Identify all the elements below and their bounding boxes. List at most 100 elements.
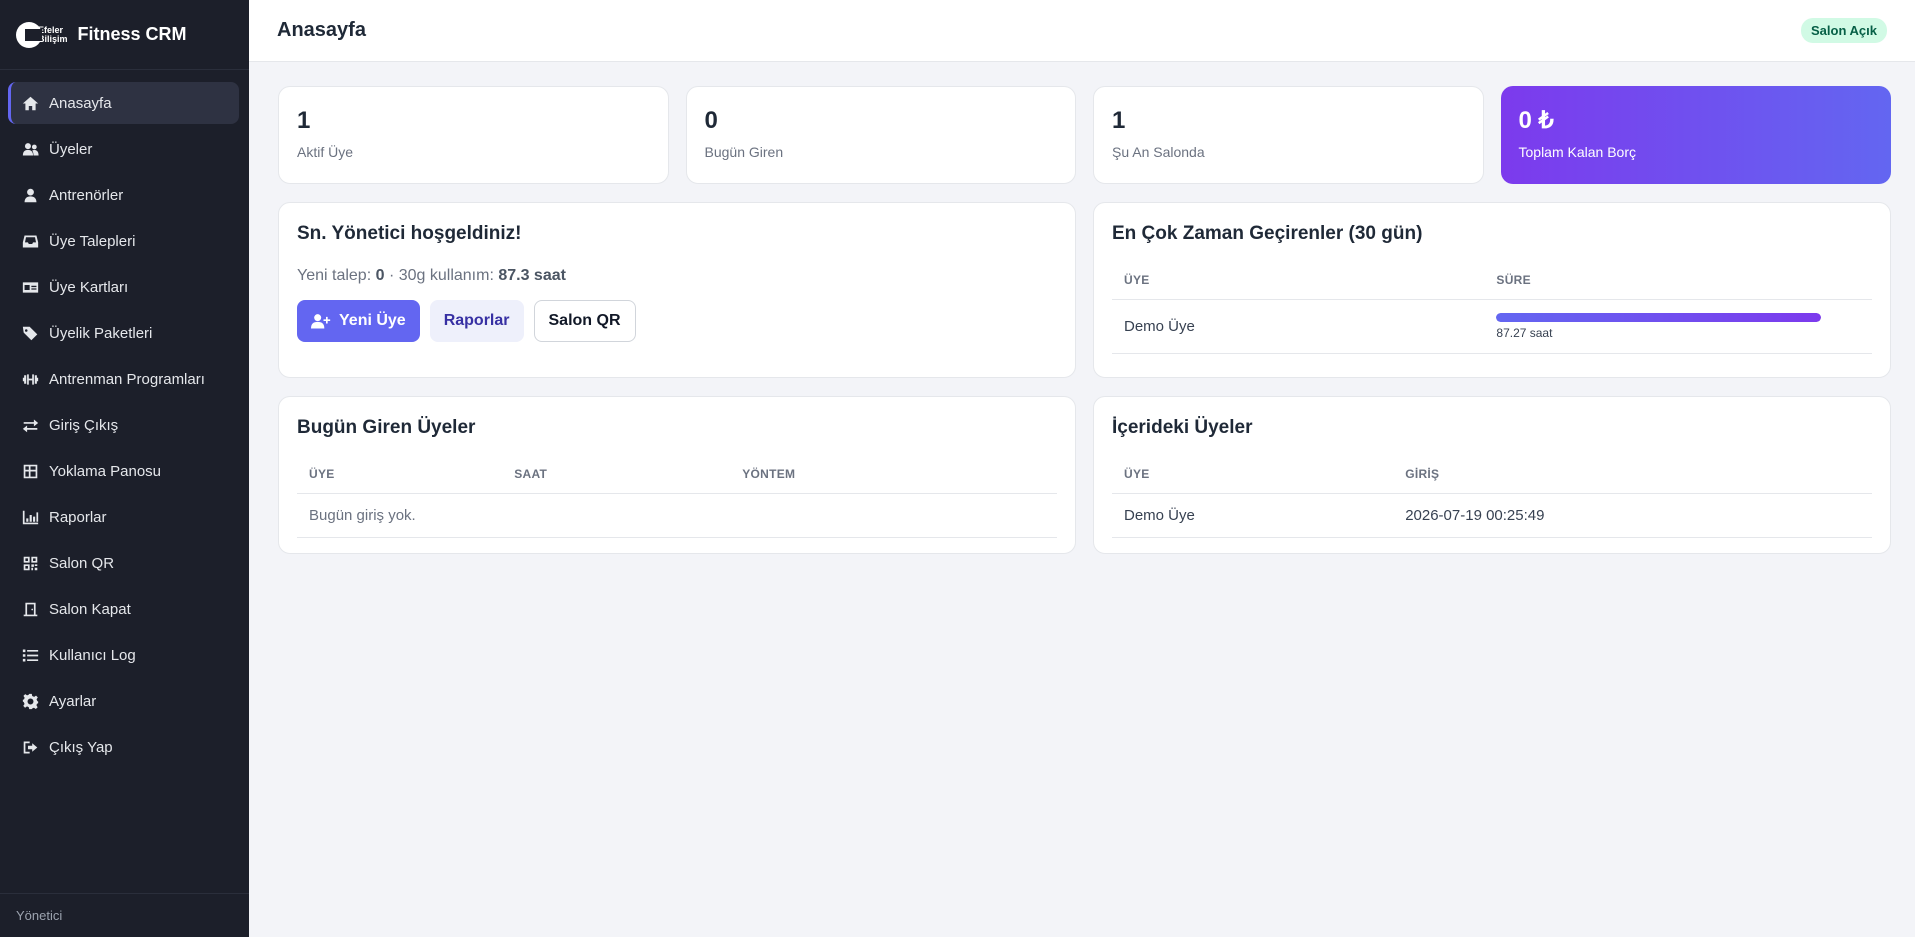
salon-qr-button[interactable]: Salon QR xyxy=(533,300,636,342)
sidebar-item-kullanici-log[interactable]: Kullanıcı Log xyxy=(8,634,239,676)
sidebar-item-uye-talepleri[interactable]: Üye Talepleri xyxy=(8,220,239,262)
sidebar-item-uye-kartlari[interactable]: Üye Kartları xyxy=(8,266,239,308)
stat-value: 1 xyxy=(1112,107,1126,134)
user-plus-icon xyxy=(311,314,331,329)
users-icon xyxy=(20,139,40,159)
table-header-row: ÜYE GİRİŞ xyxy=(1112,455,1872,494)
welcome-info: Yeni talep: 0 · 30g kullanım: 87.3 saat xyxy=(297,267,1057,285)
stat-label: Şu An Salonda xyxy=(1112,144,1205,160)
logo-text: Efeler Bilişim xyxy=(38,25,68,44)
new-requests-count: 0 xyxy=(375,267,385,284)
sidebar-item-label: Giriş Çıkış xyxy=(49,416,119,434)
member-name: Demo Üye xyxy=(1112,299,1485,354)
column-header: SÜRE xyxy=(1484,261,1872,300)
new-member-button[interactable]: Yeni Üye xyxy=(297,300,420,342)
reports-button[interactable]: Raporlar xyxy=(429,300,524,342)
topbar: Anasayfa Salon Açık xyxy=(249,0,1915,62)
row-2: Bugün Giren Üyeler ÜYE SAAT YÖNTEM Bugün… xyxy=(278,396,1891,554)
column-header: GİRİŞ xyxy=(1393,455,1872,494)
page-title: Anasayfa xyxy=(277,19,366,41)
stat-card-su-an-salonda: 1 Şu An Salonda xyxy=(1093,86,1484,184)
duration-label: 87.27 saat xyxy=(1496,326,1553,340)
dumbbell-icon xyxy=(20,369,40,389)
qr-icon xyxy=(20,553,40,573)
sidebar-item-uyelik-paketleri[interactable]: Üyelik Paketleri xyxy=(8,312,239,354)
sidebar-item-salon-qr[interactable]: Salon QR xyxy=(8,542,239,584)
stat-card-toplam-kalan-borc: 0 ₺ Toplam Kalan Borç xyxy=(1500,86,1891,184)
table-row: Bugün giriş yok. xyxy=(297,493,1057,538)
logo-mark-icon xyxy=(16,21,42,48)
sidebar-item-ayarlar[interactable]: Ayarlar xyxy=(8,680,239,722)
info-mid: · 30g kullanım: xyxy=(384,267,499,284)
column-header: YÖNTEM xyxy=(730,455,1057,494)
sidebar-item-cikis-yap[interactable]: Çıkış Yap xyxy=(8,726,239,768)
main-content: 1 Aktif Üye 0 Bugün Giren 1 Şu An Salond… xyxy=(278,86,1891,554)
sidebar-item-label: Yoklama Panosu xyxy=(49,462,162,480)
table-row[interactable]: Demo Üye 87.27 saat xyxy=(1112,299,1872,354)
inside-members-card: İçerideki Üyeler ÜYE GİRİŞ Demo Üye 2026… xyxy=(1093,396,1891,554)
stat-card-aktif-uye: 1 Aktif Üye xyxy=(278,86,669,184)
sidebar-item-raporlar[interactable]: Raporlar xyxy=(8,496,239,538)
today-entries-title: Bugün Giren Üyeler xyxy=(297,417,476,438)
column-header: ÜYE xyxy=(297,455,503,494)
today-entries-card: Bugün Giren Üyeler ÜYE SAAT YÖNTEM Bugün… xyxy=(278,396,1076,554)
brand-name: Fitness CRM xyxy=(77,24,187,44)
exchange-icon xyxy=(20,415,40,435)
home-icon xyxy=(20,93,40,113)
sidebar-item-label: Anasayfa xyxy=(49,94,112,112)
stat-value: 0 ₺ xyxy=(1518,107,1554,134)
sidebar-item-yoklama-panosu[interactable]: Yoklama Panosu xyxy=(8,450,239,492)
member-name: Demo Üye xyxy=(1112,493,1394,538)
reports-label: Raporlar xyxy=(443,312,510,329)
usage-value: 87.3 saat xyxy=(498,267,566,284)
sidebar-item-anasayfa[interactable]: Anasayfa xyxy=(8,82,239,124)
grid-icon xyxy=(20,461,40,481)
inside-members-title: İçerideki Üyeler xyxy=(1112,417,1253,438)
top-time-card: En Çok Zaman Geçirenler (30 gün) ÜYE SÜR… xyxy=(1093,202,1891,378)
stat-value: 1 xyxy=(297,107,311,134)
inbox-icon xyxy=(20,231,40,251)
tags-icon xyxy=(20,323,40,343)
table-header-row: ÜYE SÜRE xyxy=(1112,261,1872,300)
brand[interactable]: Efeler Bilişim Fitness CRM xyxy=(0,0,249,70)
sidebar-item-label: Salon QR xyxy=(49,554,115,572)
stat-label: Toplam Kalan Borç xyxy=(1518,144,1637,160)
door-icon xyxy=(20,599,40,619)
new-member-label: Yeni Üye xyxy=(339,312,406,329)
sidebar-item-uyeler[interactable]: Üyeler xyxy=(8,128,239,170)
stat-label: Aktif Üye xyxy=(297,144,354,160)
welcome-title: Sn. Yönetici hoşgeldiniz! xyxy=(297,223,522,244)
empty-state: Bugün giriş yok. xyxy=(297,493,1057,538)
sidebar: Efeler Bilişim Fitness CRM Anasayfa Üyel… xyxy=(0,0,249,937)
duration-bar xyxy=(1496,313,1822,322)
column-header: ÜYE xyxy=(1112,455,1394,494)
id-card-icon xyxy=(20,277,40,297)
sidebar-item-antrenorler[interactable]: Antrenörler xyxy=(8,174,239,216)
duration-bar-fill xyxy=(1496,313,1822,322)
sign-out-icon xyxy=(20,737,40,757)
sidebar-item-label: Salon Kapat xyxy=(49,600,131,618)
sidebar-item-label: Kullanıcı Log xyxy=(49,646,136,664)
stat-value: 0 xyxy=(704,107,718,134)
welcome-card: Sn. Yönetici hoşgeldiniz! Yeni talep: 0 … xyxy=(278,202,1076,378)
sidebar-item-label: Çıkış Yap xyxy=(49,738,113,756)
sidebar-item-label: Üye Kartları xyxy=(49,278,129,296)
stat-label: Bugün Giren xyxy=(704,144,784,160)
sidebar-item-label: Üye Talepleri xyxy=(49,232,136,250)
sidebar-footer-user: Yönetici xyxy=(0,893,249,937)
sidebar-item-giris-cikis[interactable]: Giriş Çıkış xyxy=(8,404,239,446)
stats-row: 1 Aktif Üye 0 Bugün Giren 1 Şu An Salond… xyxy=(278,86,1891,184)
top-time-title: En Çok Zaman Geçirenler (30 gün) xyxy=(1112,223,1423,244)
chart-icon xyxy=(20,507,40,527)
top-time-table: ÜYE SÜRE Demo Üye 87.27 saat xyxy=(1112,261,1872,354)
user-icon xyxy=(20,185,40,205)
status-badge: Salon Açık xyxy=(1801,18,1887,43)
stat-card-bugun-giren: 0 Bugün Giren xyxy=(685,86,1076,184)
salon-qr-label: Salon QR xyxy=(548,312,621,329)
sidebar-item-salon-kapat[interactable]: Salon Kapat xyxy=(8,588,239,630)
sidebar-item-label: Üyeler xyxy=(49,140,93,158)
column-header: ÜYE xyxy=(1112,261,1485,300)
info-prefix: Yeni talep: xyxy=(297,267,376,284)
table-row[interactable]: Demo Üye 2026-07-19 00:25:49 xyxy=(1112,493,1872,538)
sidebar-item-antrenman-programlari[interactable]: Antrenman Programları xyxy=(8,358,239,400)
